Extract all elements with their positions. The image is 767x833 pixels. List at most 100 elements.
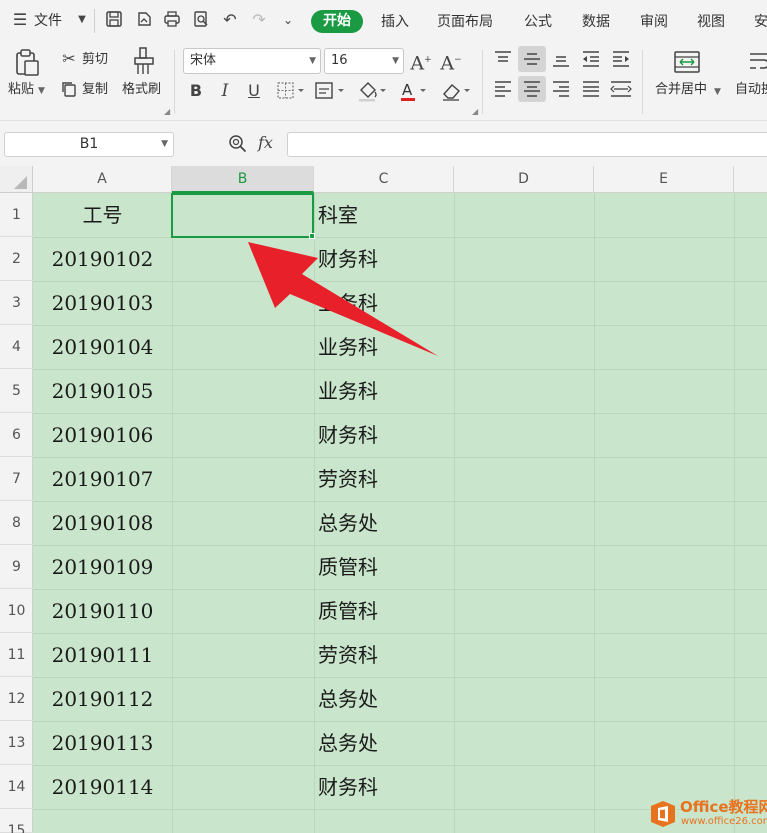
merge-center-icon[interactable] [673,48,701,76]
merge-center-button[interactable]: 合并居中 [655,82,707,98]
file-menu[interactable]: 文件 [34,11,62,31]
cell-c12[interactable]: 总务处 [318,677,378,721]
name-box-chevron-icon[interactable]: ▼ [161,133,168,156]
cell-c13[interactable]: 总务处 [318,721,378,765]
bold-icon[interactable]: B [186,80,206,102]
cell-c5[interactable]: 业务科 [318,369,378,413]
undo-icon[interactable]: ↶ [220,10,240,30]
cell-a2[interactable]: 20190102 [33,237,172,281]
align-right-icon[interactable] [550,78,572,100]
font-color-icon[interactable]: A [398,80,430,102]
cell-c7[interactable]: 劳资科 [318,457,378,501]
row-header[interactable]: 5 [0,369,33,413]
paste-chevron-icon[interactable]: ▼ [38,83,45,99]
row-header[interactable]: 8 [0,501,33,545]
paste-button[interactable]: 粘贴 [8,82,34,98]
cell-c1[interactable]: 科室 [318,193,358,237]
row-header[interactable]: 12 [0,677,33,721]
tab-page-layout[interactable]: 页面布局 [437,12,493,32]
row-header[interactable]: 4 [0,325,33,369]
cell-c10[interactable]: 质管科 [318,589,378,633]
align-left-icon[interactable] [492,78,514,100]
cell-a10[interactable]: 20190110 [33,589,172,633]
align-bottom-icon[interactable] [550,48,572,70]
column-header-b[interactable]: B [172,166,314,193]
column-header-a[interactable]: A [33,166,172,193]
cell-a8[interactable]: 20190108 [33,501,172,545]
export-pdf-icon[interactable] [134,10,154,30]
font-size-chevron-icon[interactable]: ▼ [392,49,399,73]
clear-format-icon[interactable] [440,80,472,102]
auto-wrap-icon[interactable] [746,48,767,76]
tab-home[interactable]: 开始 [311,10,363,33]
name-box[interactable]: B1 ▼ [4,132,174,157]
borders-icon[interactable] [276,80,306,102]
column-header-d[interactable]: D [454,166,594,193]
column-header-e[interactable]: E [594,166,734,193]
zoom-function-icon[interactable] [228,134,248,154]
cell-c9[interactable]: 质管科 [318,545,378,589]
format-painter-icon[interactable] [130,46,158,76]
cell-a9[interactable]: 20190109 [33,545,172,589]
tab-data[interactable]: 数据 [582,12,610,32]
selected-cell-b1[interactable] [171,193,314,238]
align-top-icon[interactable] [492,48,514,70]
fill-handle[interactable] [309,233,315,239]
cell-a12[interactable]: 20190112 [33,677,172,721]
row-header[interactable]: 14 [0,765,33,809]
distributed-align-icon[interactable] [608,78,634,100]
cell-c2[interactable]: 财务科 [318,237,378,281]
row-header[interactable]: 6 [0,413,33,457]
cell-c14[interactable]: 财务科 [318,765,378,809]
column-header-c[interactable]: C [314,166,454,193]
fill-color-icon[interactable] [356,80,388,102]
quick-access-more-icon[interactable]: ⌄ [278,10,298,30]
row-header[interactable]: 7 [0,457,33,501]
hamburger-menu-icon[interactable]: ☰ [10,10,30,30]
format-painter-button[interactable]: 格式刷 [122,82,161,98]
underline-icon[interactable]: U [244,80,264,102]
copy-icon[interactable] [60,80,78,98]
cell-a13[interactable]: 20190113 [33,721,172,765]
cell-a4[interactable]: 20190104 [33,325,172,369]
clipboard-group-launcher-icon[interactable]: ◢ [164,104,170,120]
decrease-font-size-icon[interactable]: A− [440,48,462,74]
align-center-icon[interactable] [521,78,543,100]
font-name-combobox[interactable]: 宋体 ▼ [183,48,321,74]
cell-c4[interactable]: 业务科 [318,325,378,369]
decrease-indent-icon[interactable] [580,48,602,70]
redo-icon[interactable]: ↷ [249,10,269,30]
cell-a3[interactable]: 20190103 [33,281,172,325]
cell-a7[interactable]: 20190107 [33,457,172,501]
tab-view[interactable]: 视图 [697,12,725,32]
insert-function-button[interactable]: fx [258,135,273,151]
print-icon[interactable] [162,10,182,30]
cell-a5[interactable]: 20190105 [33,369,172,413]
cell-c8[interactable]: 总务处 [318,501,378,545]
formula-input[interactable] [287,132,767,157]
cell-a6[interactable]: 20190106 [33,413,172,457]
cell-c6[interactable]: 财务科 [318,413,378,457]
cut-icon[interactable]: ✂ [60,50,78,68]
row-header[interactable]: 10 [0,589,33,633]
cell-c11[interactable]: 劳资科 [318,633,378,677]
paste-icon[interactable] [12,48,42,78]
print-preview-icon[interactable] [191,10,211,30]
cell-c3[interactable]: 业务科 [318,281,378,325]
tab-security[interactable]: 安 [754,12,767,32]
cell-a1[interactable]: 工号 [33,193,172,237]
row-header[interactable]: 9 [0,545,33,589]
auto-wrap-button[interactable]: 自动换 [735,82,767,98]
tab-formulas[interactable]: 公式 [524,12,552,32]
row-header[interactable]: 11 [0,633,33,677]
row-header[interactable]: 3 [0,281,33,325]
justify-icon[interactable] [580,78,602,100]
row-header[interactable]: 2 [0,237,33,281]
tab-review[interactable]: 审阅 [640,12,668,32]
increase-indent-icon[interactable] [610,48,632,70]
cut-button[interactable]: 剪切 [82,52,108,68]
font-size-combobox[interactable]: 16 ▼ [324,48,404,74]
increase-font-size-icon[interactable]: A+ [410,48,432,74]
row-header[interactable]: 13 [0,721,33,765]
merge-center-chevron-icon[interactable]: ▼ [714,84,721,100]
